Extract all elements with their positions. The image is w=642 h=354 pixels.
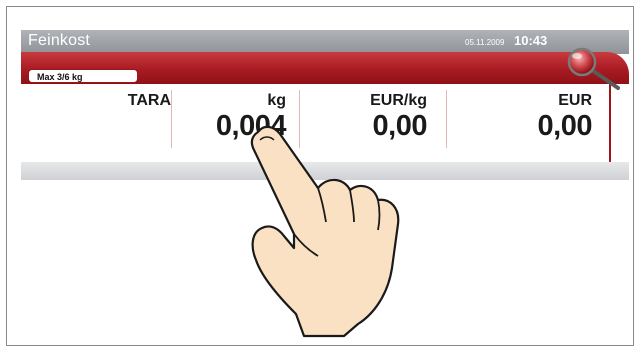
time-display: 10:43 [514, 33, 548, 48]
pointing-hand [250, 125, 400, 338]
weight-unit-label: kg [267, 92, 286, 109]
app-title: Feinkost [28, 32, 91, 49]
date-display: 05.11.2009 [465, 38, 505, 47]
title-bar: Feinkost 05.11.2009 10:43 [21, 30, 629, 54]
max-capacity-badge: Max 3/6 kg [28, 69, 138, 83]
magnifier-icon[interactable] [562, 44, 622, 96]
total-value: 0,00 [537, 110, 593, 142]
tara-label: TARA [127, 92, 171, 109]
unit-price-label: EUR/kg [370, 92, 427, 109]
